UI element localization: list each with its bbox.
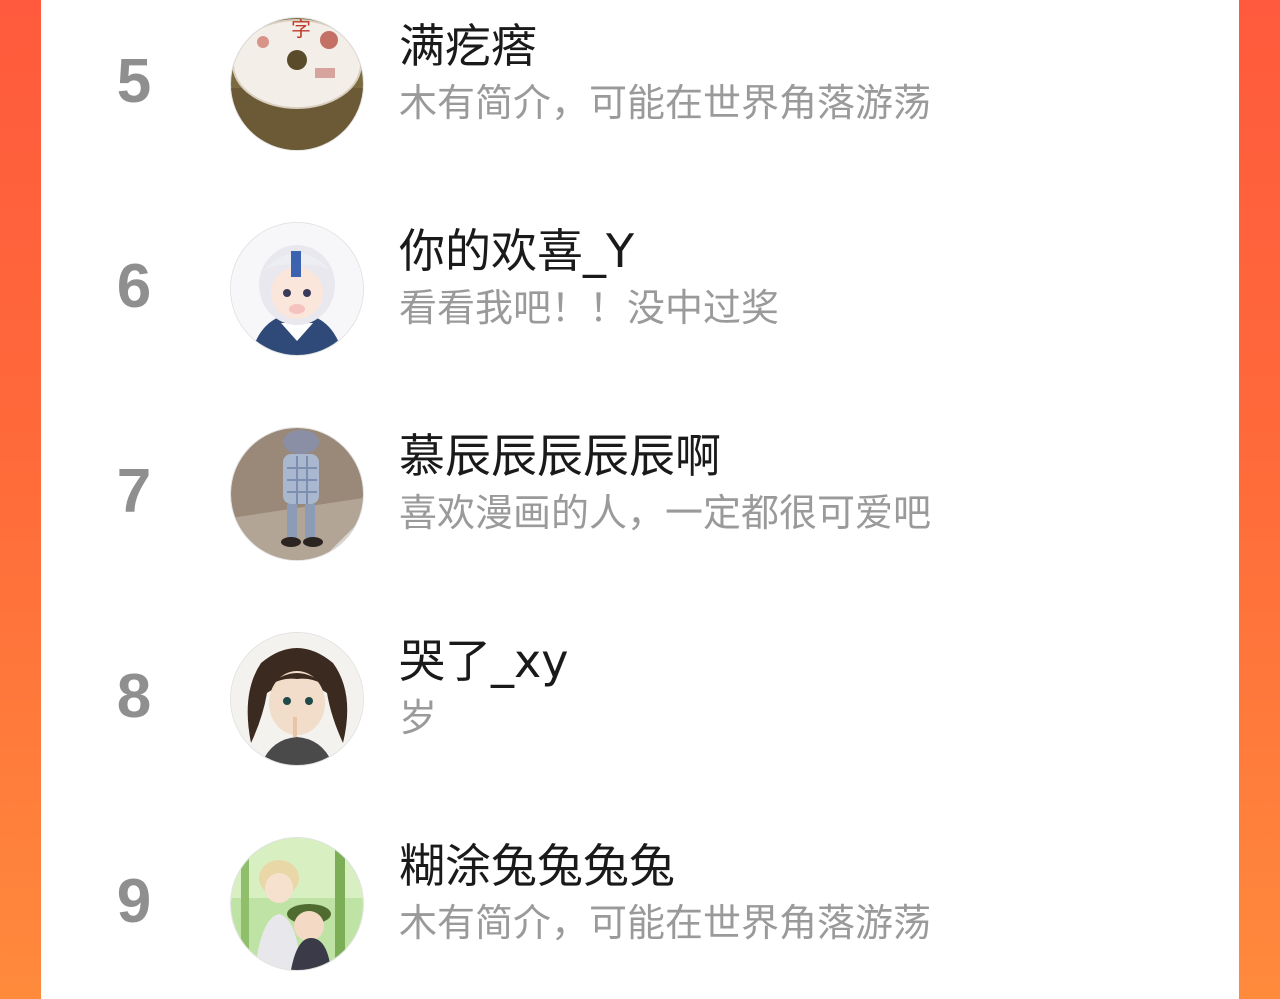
user-bio: 喜欢漫画的人，一定都很可爱吧 <box>399 491 932 535</box>
avatar[interactable] <box>230 837 364 971</box>
svg-text:字: 字 <box>291 18 311 41</box>
user-name[interactable]: 慕辰辰辰辰辰啊 <box>399 428 721 484</box>
avatar-image-anime-girl <box>231 223 363 355</box>
user-bio: 岁 <box>399 696 438 740</box>
avatar-image-curly-hair-girl <box>231 633 363 765</box>
rank-number: 8 <box>116 662 152 731</box>
avatar-image-anime-forest <box>231 838 363 970</box>
avatar-image-child-walking <box>231 428 363 560</box>
ranking-panel: 5 字 满疙瘩 木有简介，可能在世界角落游荡 6 你的欢喜_Y 看看我吧！！没中… <box>41 0 1239 999</box>
avatar[interactable] <box>230 427 364 561</box>
rank-number: 9 <box>116 867 152 936</box>
ranking-row[interactable]: 7 慕辰辰辰辰辰啊 喜欢漫画的人，一定都很可爱吧 <box>41 422 1239 602</box>
user-name[interactable]: 你的欢喜_Y <box>399 223 634 279</box>
user-name[interactable]: 满疙瘩 <box>399 18 537 74</box>
ranking-row[interactable]: 9 糊涂兔兔兔兔 木有简介，可能在世界角落游荡 <box>41 832 1239 999</box>
user-bio: 木有简介，可能在世界角落游荡 <box>399 81 932 125</box>
avatar[interactable] <box>230 632 364 766</box>
user-bio: 木有简介，可能在世界角落游荡 <box>399 901 932 945</box>
avatar[interactable]: 字 <box>230 17 364 151</box>
rank-number: 6 <box>116 252 152 321</box>
avatar[interactable] <box>230 222 364 356</box>
ranking-row[interactable]: 5 字 满疙瘩 木有简介，可能在世界角落游荡 <box>41 12 1239 192</box>
rank-number: 5 <box>116 47 152 116</box>
user-bio: 看看我吧！！没中过奖 <box>399 286 780 330</box>
user-name[interactable]: 哭了_xy <box>399 633 568 689</box>
user-name[interactable]: 糊涂兔兔兔兔 <box>399 838 675 894</box>
ranking-row[interactable]: 8 哭了_xy 岁 <box>41 627 1239 807</box>
rank-number: 7 <box>116 457 152 526</box>
ranking-row[interactable]: 6 你的欢喜_Y 看看我吧！！没中过奖 <box>41 217 1239 397</box>
avatar-image-plate: 字 <box>231 18 363 150</box>
